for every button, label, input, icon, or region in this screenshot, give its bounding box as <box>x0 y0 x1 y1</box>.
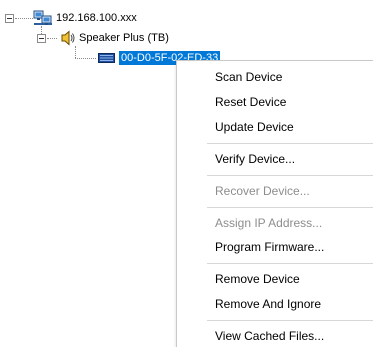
network-computer-icon <box>33 10 52 25</box>
tree-connector <box>75 58 96 59</box>
menu-item-update-device[interactable]: Update Device <box>215 119 294 135</box>
menu-item-assign-ip-address: Assign IP Address... <box>215 216 323 230</box>
tree-node-speaker-label[interactable]: Speaker Plus (TB) <box>79 31 169 45</box>
menu-item-remove-and-ignore[interactable]: Remove And Ignore <box>215 296 321 312</box>
speaker-collapse-toggle[interactable] <box>37 34 46 43</box>
menu-separator <box>207 320 373 321</box>
menu-item-view-cached-files[interactable]: View Cached Files... <box>215 328 324 344</box>
tree-connector <box>15 18 33 19</box>
menu-separator <box>207 263 373 264</box>
tree-node-root-label[interactable]: 192.168.100.xxx <box>56 11 137 25</box>
device-icon <box>98 53 115 63</box>
root-collapse-toggle[interactable] <box>5 14 14 23</box>
menu-separator <box>207 207 373 208</box>
speaker-icon <box>61 30 75 46</box>
tree-connector <box>47 38 57 39</box>
tree-connector <box>75 46 76 58</box>
menu-item-recover-device: Recover Device... <box>215 184 310 198</box>
menu-separator <box>207 175 373 176</box>
app-window: 192.168.100.xxx Speaker Plus (TB) 00-D0-… <box>0 0 373 347</box>
context-menu: Scan Device Reset Device Update Device V… <box>176 60 373 347</box>
menu-item-scan-device[interactable]: Scan Device <box>215 69 282 85</box>
menu-item-program-firmware[interactable]: Program Firmware... <box>215 239 324 255</box>
menu-separator <box>207 143 373 144</box>
menu-item-remove-device[interactable]: Remove Device <box>215 271 300 287</box>
menu-item-reset-device[interactable]: Reset Device <box>215 94 286 110</box>
menu-item-verify-device[interactable]: Verify Device... <box>215 151 295 167</box>
